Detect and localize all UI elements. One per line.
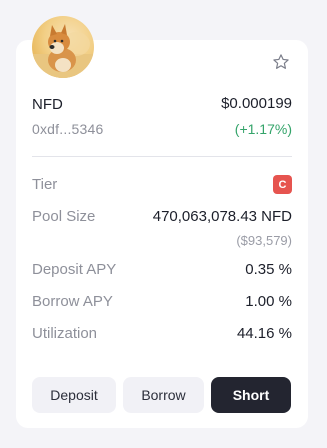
- token-symbol: NFD: [32, 96, 63, 113]
- token-address[interactable]: 0xdf...5346: [32, 121, 103, 137]
- token-price: $0.000199: [221, 95, 292, 112]
- utilization-value: 44.16 %: [236, 325, 292, 342]
- deposit-apy-label: Deposit APY: [32, 261, 117, 278]
- pool-size-usd: ($93,579): [236, 233, 292, 248]
- deposit-apy-value: 0.35 %: [245, 261, 292, 278]
- tier-badge: C: [273, 175, 292, 194]
- deposit-button[interactable]: Deposit: [32, 377, 116, 413]
- utilization-label: Utilization: [32, 325, 98, 342]
- borrow-apy-label: Borrow APY: [32, 293, 113, 310]
- token-avatar: [32, 16, 94, 78]
- borrow-apy-value: 1.00 %: [245, 293, 292, 310]
- divider: [32, 156, 292, 157]
- price-change: (+1.17%): [234, 121, 292, 137]
- borrow-button[interactable]: Borrow: [123, 377, 204, 413]
- pool-size-label: Pool Size: [32, 208, 96, 225]
- short-button[interactable]: Short: [211, 377, 291, 413]
- favorite-star-icon[interactable]: [272, 53, 290, 71]
- tier-label: Tier: [32, 176, 58, 193]
- pool-size-value: 470,063,078.43 NFD: [152, 208, 292, 225]
